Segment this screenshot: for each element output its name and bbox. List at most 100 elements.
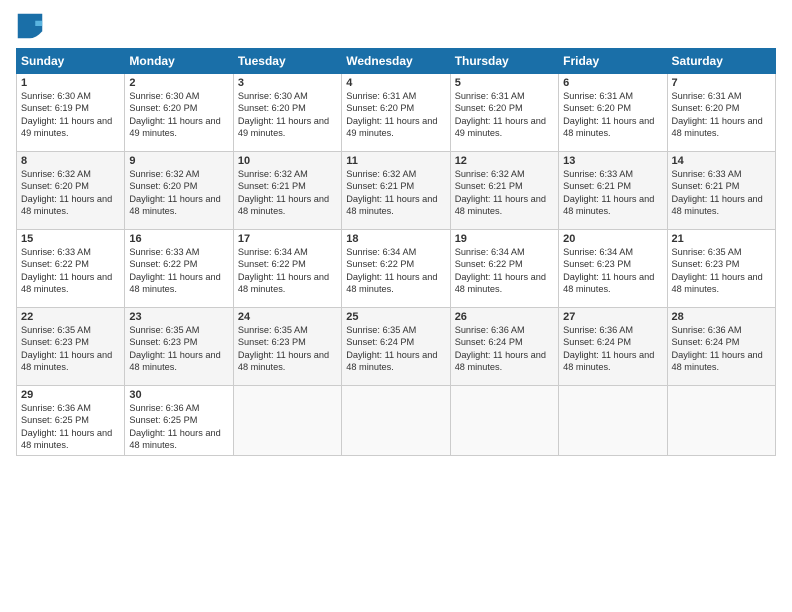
day-info: Sunrise: 6:35 AMSunset: 6:23 PMDaylight:… <box>238 324 337 374</box>
day-info: Sunrise: 6:33 AMSunset: 6:21 PMDaylight:… <box>672 168 771 218</box>
day-info: Sunrise: 6:32 AMSunset: 6:20 PMDaylight:… <box>21 168 120 218</box>
calendar-cell: 4Sunrise: 6:31 AMSunset: 6:20 PMDaylight… <box>342 74 450 152</box>
day-info: Sunrise: 6:34 AMSunset: 6:22 PMDaylight:… <box>238 246 337 296</box>
day-info: Sunrise: 6:34 AMSunset: 6:22 PMDaylight:… <box>455 246 554 296</box>
day-number: 27 <box>563 311 662 323</box>
calendar-cell: 18Sunrise: 6:34 AMSunset: 6:22 PMDayligh… <box>342 230 450 308</box>
day-info: Sunrise: 6:35 AMSunset: 6:23 PMDaylight:… <box>129 324 228 374</box>
calendar-cell: 20Sunrise: 6:34 AMSunset: 6:23 PMDayligh… <box>559 230 667 308</box>
day-info: Sunrise: 6:33 AMSunset: 6:22 PMDaylight:… <box>129 246 228 296</box>
day-info: Sunrise: 6:36 AMSunset: 6:25 PMDaylight:… <box>129 402 228 452</box>
calendar-cell: 29Sunrise: 6:36 AMSunset: 6:25 PMDayligh… <box>17 386 125 456</box>
day-info: Sunrise: 6:34 AMSunset: 6:22 PMDaylight:… <box>346 246 445 296</box>
day-number: 8 <box>21 155 120 167</box>
calendar-cell <box>450 386 558 456</box>
day-number: 2 <box>129 77 228 89</box>
calendar-cell: 12Sunrise: 6:32 AMSunset: 6:21 PMDayligh… <box>450 152 558 230</box>
day-info: Sunrise: 6:31 AMSunset: 6:20 PMDaylight:… <box>455 90 554 140</box>
calendar-cell <box>559 386 667 456</box>
day-number: 14 <box>672 155 771 167</box>
day-info: Sunrise: 6:32 AMSunset: 6:21 PMDaylight:… <box>455 168 554 218</box>
day-number: 29 <box>21 389 120 401</box>
day-info: Sunrise: 6:31 AMSunset: 6:20 PMDaylight:… <box>563 90 662 140</box>
calendar-cell: 15Sunrise: 6:33 AMSunset: 6:22 PMDayligh… <box>17 230 125 308</box>
day-info: Sunrise: 6:31 AMSunset: 6:20 PMDaylight:… <box>672 90 771 140</box>
day-info: Sunrise: 6:35 AMSunset: 6:24 PMDaylight:… <box>346 324 445 374</box>
calendar-cell: 6Sunrise: 6:31 AMSunset: 6:20 PMDaylight… <box>559 74 667 152</box>
calendar-table: SundayMondayTuesdayWednesdayThursdayFrid… <box>16 48 776 456</box>
day-info: Sunrise: 6:32 AMSunset: 6:20 PMDaylight:… <box>129 168 228 218</box>
day-info: Sunrise: 6:30 AMSunset: 6:19 PMDaylight:… <box>21 90 120 140</box>
calendar-cell: 3Sunrise: 6:30 AMSunset: 6:20 PMDaylight… <box>233 74 341 152</box>
calendar-cell: 25Sunrise: 6:35 AMSunset: 6:24 PMDayligh… <box>342 308 450 386</box>
calendar-cell: 28Sunrise: 6:36 AMSunset: 6:24 PMDayligh… <box>667 308 775 386</box>
day-number: 5 <box>455 77 554 89</box>
calendar-cell <box>342 386 450 456</box>
day-number: 28 <box>672 311 771 323</box>
day-info: Sunrise: 6:35 AMSunset: 6:23 PMDaylight:… <box>672 246 771 296</box>
calendar-cell: 2Sunrise: 6:30 AMSunset: 6:20 PMDaylight… <box>125 74 233 152</box>
header <box>16 12 776 40</box>
logo <box>16 12 48 40</box>
day-number: 12 <box>455 155 554 167</box>
calendar-cell: 9Sunrise: 6:32 AMSunset: 6:20 PMDaylight… <box>125 152 233 230</box>
calendar-cell: 23Sunrise: 6:35 AMSunset: 6:23 PMDayligh… <box>125 308 233 386</box>
calendar-cell: 24Sunrise: 6:35 AMSunset: 6:23 PMDayligh… <box>233 308 341 386</box>
day-info: Sunrise: 6:34 AMSunset: 6:23 PMDaylight:… <box>563 246 662 296</box>
day-number: 21 <box>672 233 771 245</box>
day-number: 19 <box>455 233 554 245</box>
day-info: Sunrise: 6:35 AMSunset: 6:23 PMDaylight:… <box>21 324 120 374</box>
day-number: 10 <box>238 155 337 167</box>
day-info: Sunrise: 6:33 AMSunset: 6:22 PMDaylight:… <box>21 246 120 296</box>
day-header-monday: Monday <box>125 49 233 74</box>
calendar-cell: 19Sunrise: 6:34 AMSunset: 6:22 PMDayligh… <box>450 230 558 308</box>
calendar-cell: 22Sunrise: 6:35 AMSunset: 6:23 PMDayligh… <box>17 308 125 386</box>
day-number: 30 <box>129 389 228 401</box>
day-number: 3 <box>238 77 337 89</box>
day-info: Sunrise: 6:36 AMSunset: 6:24 PMDaylight:… <box>563 324 662 374</box>
day-number: 6 <box>563 77 662 89</box>
calendar-cell: 1Sunrise: 6:30 AMSunset: 6:19 PMDaylight… <box>17 74 125 152</box>
day-header-sunday: Sunday <box>17 49 125 74</box>
calendar-cell: 21Sunrise: 6:35 AMSunset: 6:23 PMDayligh… <box>667 230 775 308</box>
day-header-wednesday: Wednesday <box>342 49 450 74</box>
calendar-cell <box>667 386 775 456</box>
day-number: 9 <box>129 155 228 167</box>
calendar-cell: 17Sunrise: 6:34 AMSunset: 6:22 PMDayligh… <box>233 230 341 308</box>
day-header-friday: Friday <box>559 49 667 74</box>
calendar-cell: 26Sunrise: 6:36 AMSunset: 6:24 PMDayligh… <box>450 308 558 386</box>
day-number: 23 <box>129 311 228 323</box>
calendar-cell: 10Sunrise: 6:32 AMSunset: 6:21 PMDayligh… <box>233 152 341 230</box>
calendar-cell <box>233 386 341 456</box>
day-number: 11 <box>346 155 445 167</box>
day-number: 24 <box>238 311 337 323</box>
day-number: 18 <box>346 233 445 245</box>
day-header-saturday: Saturday <box>667 49 775 74</box>
calendar-cell: 7Sunrise: 6:31 AMSunset: 6:20 PMDaylight… <box>667 74 775 152</box>
day-info: Sunrise: 6:30 AMSunset: 6:20 PMDaylight:… <box>238 90 337 140</box>
day-number: 15 <box>21 233 120 245</box>
day-number: 26 <box>455 311 554 323</box>
day-number: 1 <box>21 77 120 89</box>
calendar-cell: 13Sunrise: 6:33 AMSunset: 6:21 PMDayligh… <box>559 152 667 230</box>
calendar-cell: 5Sunrise: 6:31 AMSunset: 6:20 PMDaylight… <box>450 74 558 152</box>
day-info: Sunrise: 6:36 AMSunset: 6:25 PMDaylight:… <box>21 402 120 452</box>
calendar-cell: 16Sunrise: 6:33 AMSunset: 6:22 PMDayligh… <box>125 230 233 308</box>
calendar-cell: 8Sunrise: 6:32 AMSunset: 6:20 PMDaylight… <box>17 152 125 230</box>
day-info: Sunrise: 6:36 AMSunset: 6:24 PMDaylight:… <box>672 324 771 374</box>
day-number: 13 <box>563 155 662 167</box>
day-header-tuesday: Tuesday <box>233 49 341 74</box>
calendar-cell: 27Sunrise: 6:36 AMSunset: 6:24 PMDayligh… <box>559 308 667 386</box>
day-number: 7 <box>672 77 771 89</box>
day-number: 17 <box>238 233 337 245</box>
day-header-thursday: Thursday <box>450 49 558 74</box>
day-number: 16 <box>129 233 228 245</box>
calendar-cell: 30Sunrise: 6:36 AMSunset: 6:25 PMDayligh… <box>125 386 233 456</box>
day-info: Sunrise: 6:36 AMSunset: 6:24 PMDaylight:… <box>455 324 554 374</box>
day-number: 20 <box>563 233 662 245</box>
day-info: Sunrise: 6:33 AMSunset: 6:21 PMDaylight:… <box>563 168 662 218</box>
day-number: 25 <box>346 311 445 323</box>
day-number: 4 <box>346 77 445 89</box>
calendar-cell: 14Sunrise: 6:33 AMSunset: 6:21 PMDayligh… <box>667 152 775 230</box>
day-info: Sunrise: 6:32 AMSunset: 6:21 PMDaylight:… <box>238 168 337 218</box>
